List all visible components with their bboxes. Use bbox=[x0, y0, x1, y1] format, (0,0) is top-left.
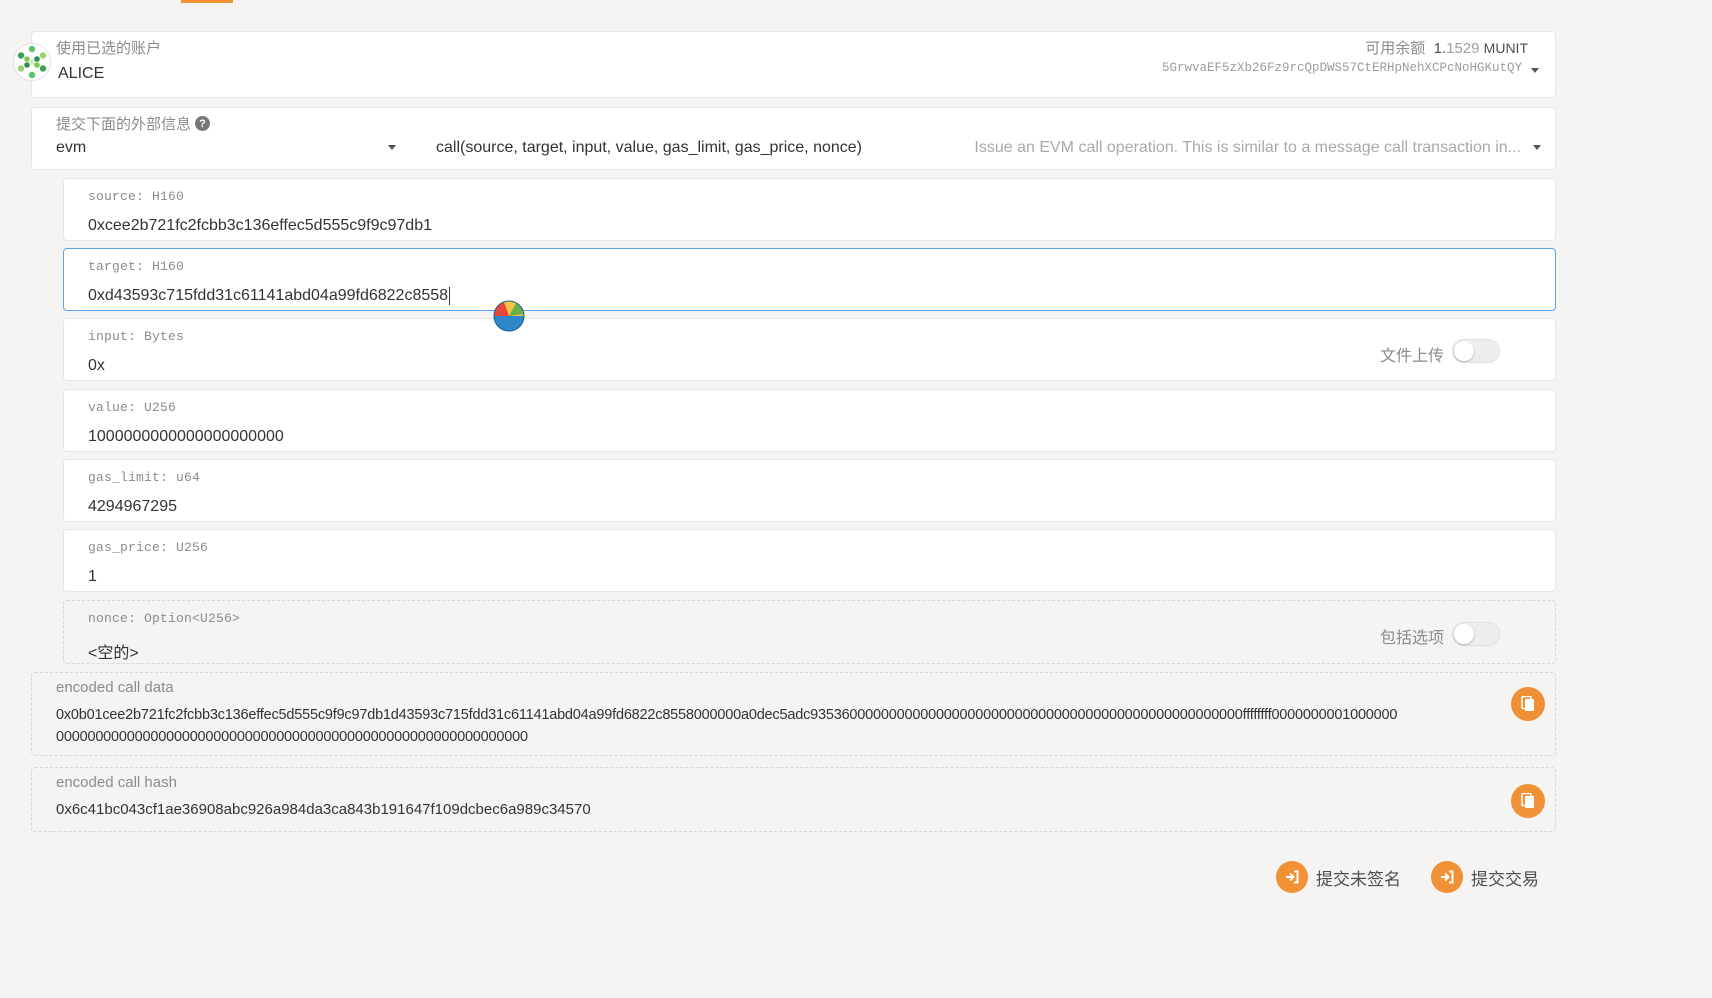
balance-int: 1. bbox=[1433, 40, 1447, 57]
encoded-call-data-line-1: 0x0b01cee2b721fc2fcbb3c136effec5d555c9f9… bbox=[56, 707, 1398, 723]
encoded-call-hash: encoded call hash 0x6c41bc043cf1ae36908a… bbox=[31, 767, 1556, 832]
copy-icon bbox=[1521, 696, 1534, 711]
include-option-label: 包括选项 bbox=[1380, 630, 1445, 647]
include-option-toggle[interactable] bbox=[1452, 622, 1500, 646]
toggle-knob bbox=[1454, 341, 1474, 361]
encoded-call-data-label: encoded call data bbox=[56, 679, 174, 696]
chevron-down-icon[interactable] bbox=[1533, 145, 1541, 150]
copy-call-data-button[interactable] bbox=[1511, 687, 1545, 721]
chevron-down-icon[interactable] bbox=[1531, 68, 1539, 73]
toggle-knob bbox=[1454, 624, 1474, 644]
param-target[interactable]: target: H160 0xd43593c715fdd31c61141abd0… bbox=[63, 248, 1556, 311]
method-value: call(source, target, input, value, gas_l… bbox=[436, 139, 862, 156]
file-upload-label: 文件上传 bbox=[1380, 348, 1445, 365]
param-target-label: target: H160 bbox=[88, 259, 185, 274]
encoded-call-data: encoded call data 0x0b01cee2b721fc2fcbb3… bbox=[31, 672, 1556, 756]
param-source-value[interactable]: 0xcee2b721fc2fcbb3c136effec5d555c9f9c97d… bbox=[88, 217, 432, 235]
account-name: ALICE bbox=[58, 65, 105, 82]
sign-in-icon bbox=[1276, 861, 1308, 893]
param-gas-price-value[interactable]: 1 bbox=[88, 568, 97, 586]
account-selector[interactable]: 使用已选的账户 ALICE 可用余额 1.1529 MUNIT 5GrwvaEF… bbox=[31, 31, 1556, 98]
param-gas-price[interactable]: gas_price: U256 1 bbox=[63, 529, 1556, 592]
active-tab-indicator bbox=[181, 0, 233, 3]
param-source[interactable]: source: H160 0xcee2b721fc2fcbb3c136effec… bbox=[63, 178, 1556, 241]
method-dropdown[interactable]: call(source, target, input, value, gas_l… bbox=[436, 108, 1557, 171]
param-gas-limit-value[interactable]: 4294967295 bbox=[88, 498, 177, 516]
module-dropdown[interactable]: evm bbox=[32, 108, 412, 171]
encoded-call-data-line-2: 0000000000000000000000000000000000000000… bbox=[56, 729, 528, 745]
encoded-call-hash-label: encoded call hash bbox=[56, 774, 177, 791]
account-avatar-icon bbox=[13, 43, 51, 81]
param-value-label: value: U256 bbox=[88, 400, 177, 415]
param-nonce-label: nonce: Option<U256> bbox=[88, 611, 241, 626]
balance-frac: 1529 bbox=[1446, 40, 1480, 57]
param-input[interactable]: input: Bytes 0x 文件上传 bbox=[63, 318, 1556, 381]
param-source-label: source: H160 bbox=[88, 189, 185, 204]
encoded-call-hash-value: 0x6c41bc043cf1ae36908abc926a984da3ca843b… bbox=[56, 801, 591, 818]
account-balance: 可用余额 1.1529 MUNIT bbox=[1365, 37, 1528, 58]
submit-unsigned-button[interactable]: 提交未签名 bbox=[1276, 861, 1401, 893]
submit-transaction-label: 提交交易 bbox=[1471, 869, 1539, 889]
module-value: evm bbox=[56, 139, 87, 156]
param-input-value[interactable]: 0x bbox=[88, 357, 105, 375]
extrinsic-selector: 提交下面的外部信息 ? evm call(source, target, inp… bbox=[31, 107, 1556, 170]
account-address: 5GrwvaEF5zXb26Fz9rcQpDWS57CtERHpNehXCPcN… bbox=[1161, 61, 1522, 75]
submit-transaction-button[interactable]: 提交交易 bbox=[1431, 861, 1539, 893]
account-selector-label: 使用已选的账户 bbox=[56, 40, 162, 57]
chevron-down-icon[interactable] bbox=[388, 145, 396, 150]
param-nonce: nonce: Option<U256> <空的> 包括选项 bbox=[63, 600, 1556, 664]
copy-call-hash-button[interactable] bbox=[1511, 784, 1545, 818]
param-value[interactable]: value: U256 1000000000000000000000 bbox=[63, 389, 1556, 452]
balance-label: 可用余额 bbox=[1365, 40, 1426, 57]
mouse-cursor-icon bbox=[492, 299, 526, 333]
copy-icon bbox=[1521, 793, 1534, 808]
param-input-label: input: Bytes bbox=[88, 329, 185, 344]
encoded-call-data-value: 0x0b01cee2b721fc2fcbb3c136effec5d555c9f9… bbox=[56, 704, 1516, 748]
param-nonce-value: <空的> bbox=[88, 645, 139, 662]
param-target-value[interactable]: 0xd43593c715fdd31c61141abd04a99fd6822c85… bbox=[88, 287, 451, 305]
param-gas-limit-label: gas_limit: u64 bbox=[88, 470, 201, 485]
sign-in-icon bbox=[1431, 861, 1463, 893]
submit-unsigned-label: 提交未签名 bbox=[1316, 869, 1401, 889]
param-gas-price-label: gas_price: U256 bbox=[88, 540, 209, 555]
file-upload-toggle[interactable] bbox=[1452, 339, 1500, 363]
param-value-value[interactable]: 1000000000000000000000 bbox=[88, 428, 284, 446]
param-gas-limit[interactable]: gas_limit: u64 4294967295 bbox=[63, 459, 1556, 522]
balance-unit: MUNIT bbox=[1483, 40, 1528, 56]
method-description: Issue an EVM call operation. This is sim… bbox=[974, 139, 1521, 156]
